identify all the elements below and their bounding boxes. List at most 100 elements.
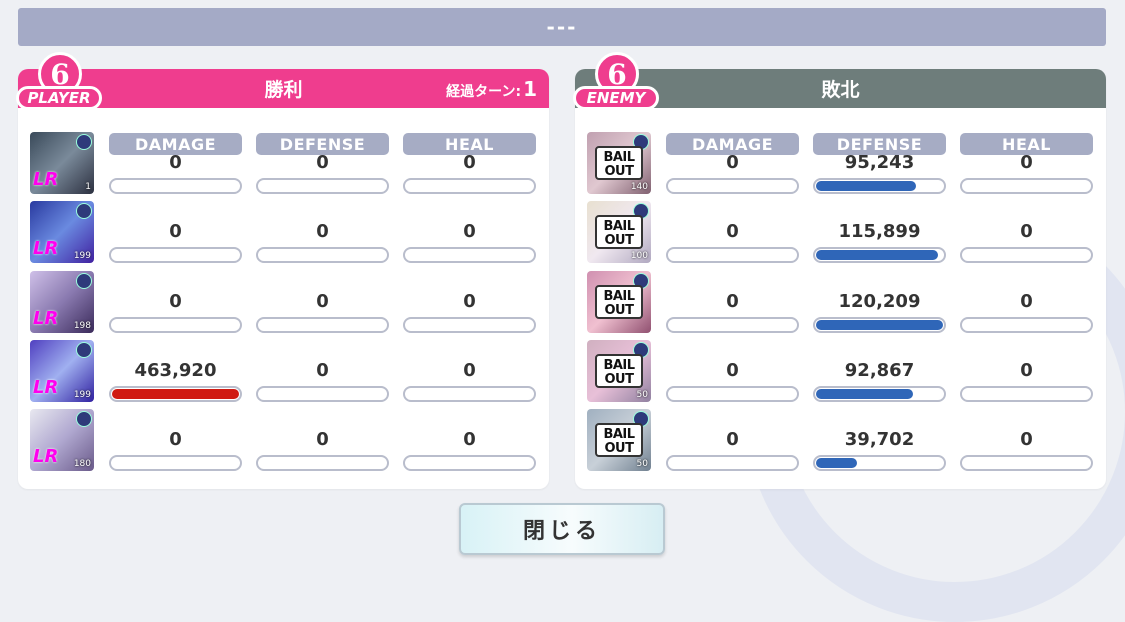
heal-value: 0: [463, 429, 476, 450]
defense-value: 115,899: [838, 221, 921, 242]
heal-value: 0: [1020, 429, 1033, 450]
damage-bar: [666, 178, 799, 194]
heal-bar: [960, 178, 1093, 194]
enemy-character-portrait: BAIL OUT: [587, 271, 651, 333]
damage-bar: [666, 317, 799, 333]
defense-cell: 0: [256, 132, 389, 196]
heal-value: 0: [1020, 152, 1033, 173]
stat-cells: 0 120,209 0: [666, 271, 1093, 335]
level-label: 1: [85, 182, 91, 192]
defense-cell: 0: [256, 271, 389, 335]
enemy-badge: 6 ENEMY: [573, 50, 659, 116]
defense-cell: 95,243: [813, 132, 946, 196]
player-row: LR 198 0 0 0: [30, 271, 540, 335]
bail-out-stamp: BAIL OUT: [595, 354, 643, 388]
defense-value: 0: [316, 152, 329, 173]
enemy-row: BAIL OUT 0 120,209 0: [587, 271, 1097, 335]
defense-bar-fill: [816, 181, 916, 191]
level-label: 140: [630, 182, 648, 192]
stat-cells: 0 0 0: [109, 271, 536, 335]
defense-value: 95,243: [844, 152, 915, 173]
heal-bar: [403, 455, 536, 471]
player-row: LR 199 463,920 0 0: [30, 340, 540, 404]
level-label: 198: [73, 321, 91, 331]
defense-value: 92,867: [844, 360, 915, 381]
damage-cell: 463,920: [109, 340, 242, 404]
turn-label: 経過ターン:: [446, 84, 522, 100]
element-icon: [76, 273, 92, 289]
damage-bar: [666, 386, 799, 402]
player-panel: 勝利 経過ターン: 1 DAMAGE DEFENSE HEAL LR 1 0 0 0 LR 1…: [18, 69, 549, 489]
defense-bar: [813, 247, 946, 263]
bail-out-stamp: BAIL OUT: [595, 146, 643, 180]
damage-value: 0: [726, 291, 739, 312]
level-label: 50: [636, 390, 648, 400]
damage-value: 0: [169, 429, 182, 450]
heal-value: 0: [463, 360, 476, 381]
bail-out-stamp: BAIL OUT: [595, 215, 643, 249]
defense-value: 0: [316, 291, 329, 312]
heal-bar: [403, 317, 536, 333]
damage-value: 463,920: [134, 360, 217, 381]
defense-bar: [256, 455, 389, 471]
defense-bar: [256, 386, 389, 402]
stat-cells: 0 0 0: [109, 409, 536, 473]
damage-value: 0: [169, 152, 182, 173]
stat-cells: 0 0 0: [109, 132, 536, 196]
heal-bar: [960, 247, 1093, 263]
enemy-character-portrait: BAIL OUT 50: [587, 409, 651, 471]
close-button[interactable]: 閉じる: [459, 503, 665, 555]
battle-title-bar: ---: [18, 8, 1106, 46]
damage-value: 0: [726, 221, 739, 242]
heal-value: 0: [1020, 360, 1033, 381]
damage-cell: 0: [666, 201, 799, 265]
enemy-row: BAIL OUT 100 0 115,899 0: [587, 201, 1097, 265]
damage-bar: [666, 247, 799, 263]
heal-bar: [403, 247, 536, 263]
defense-bar-fill: [816, 320, 943, 330]
rarity-label: LR: [33, 238, 59, 259]
defense-cell: 39,702: [813, 409, 946, 473]
element-icon: [76, 342, 92, 358]
enemy-row: BAIL OUT 50 0 39,702 0: [587, 409, 1097, 473]
player-row: LR 1 0 0 0: [30, 132, 540, 196]
defense-bar: [813, 386, 946, 402]
enemy-panel: 敗北 DAMAGE DEFENSE HEAL BAIL OUT 140 0 95,243…: [575, 69, 1106, 489]
enemy-row: BAIL OUT 50 0 92,867 0: [587, 340, 1097, 404]
heal-cell: 0: [403, 132, 536, 196]
bail-out-stamp: BAIL OUT: [595, 423, 643, 457]
player-character-portrait: LR 1: [30, 132, 94, 194]
level-label: 199: [73, 390, 91, 400]
defense-value: 120,209: [838, 291, 921, 312]
element-icon: [76, 134, 92, 150]
enemy-result-label: 敗北: [821, 79, 860, 101]
defense-cell: 0: [256, 201, 389, 265]
damage-cell: 0: [109, 271, 242, 335]
turn-counter: 経過ターン: 1: [446, 77, 537, 101]
defense-value: 0: [316, 360, 329, 381]
player-character-portrait: LR 180: [30, 409, 94, 471]
heal-value: 0: [1020, 221, 1033, 242]
heal-cell: 0: [960, 340, 1093, 404]
defense-cell: 92,867: [813, 340, 946, 404]
enemy-row: BAIL OUT 140 0 95,243 0: [587, 132, 1097, 196]
heal-cell: 0: [960, 132, 1093, 196]
level-label: 199: [73, 251, 91, 261]
damage-bar: [666, 455, 799, 471]
player-character-portrait: LR 199: [30, 201, 94, 263]
defense-bar-fill: [816, 389, 914, 399]
stat-cells: 0 115,899 0: [666, 201, 1093, 265]
defense-bar: [813, 455, 946, 471]
player-result-label: 勝利: [264, 79, 303, 101]
defense-bar-fill: [816, 458, 857, 468]
heal-value: 0: [463, 152, 476, 173]
rarity-label: LR: [33, 169, 59, 190]
damage-bar: [109, 247, 242, 263]
defense-value: 0: [316, 429, 329, 450]
level-label: 180: [73, 459, 91, 469]
heal-cell: 0: [960, 201, 1093, 265]
turn-value: 1: [523, 77, 537, 101]
level-label: 50: [636, 459, 648, 469]
damage-cell: 0: [109, 201, 242, 265]
damage-value: 0: [726, 152, 739, 173]
